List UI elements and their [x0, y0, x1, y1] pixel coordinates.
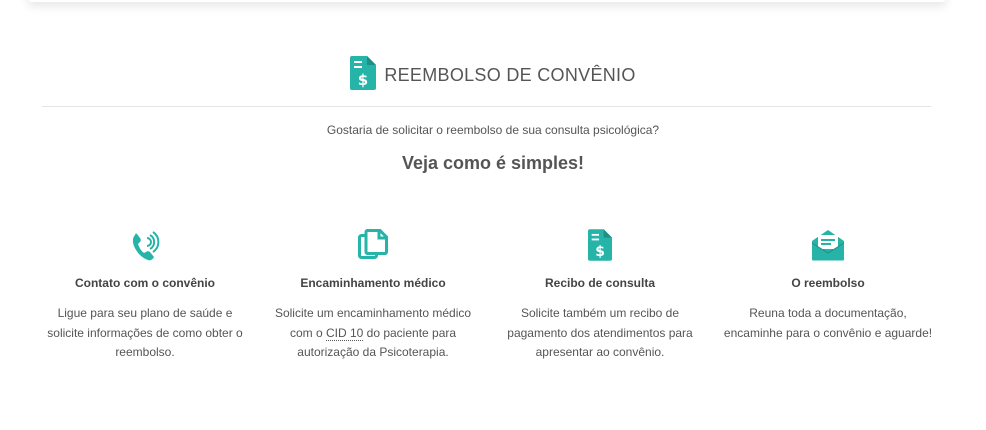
step-description: Solicite também um recibo de pagamento d…	[507, 306, 693, 359]
step-title: Encaminhamento médico	[300, 276, 446, 290]
section-divider	[42, 106, 931, 107]
envelope-open-icon	[718, 226, 938, 264]
step-title: Contato com o convênio	[74, 276, 215, 290]
step-title: O reembolso	[791, 276, 865, 290]
svg-text:$: $	[595, 244, 605, 260]
cid-abbreviation: CID 10	[325, 325, 364, 341]
svg-text:$: $	[358, 71, 368, 89]
section-title: REEMBOLSO DE CONVÊNIO	[384, 64, 636, 85]
intro-subtitle: Veja como é simples!	[401, 153, 585, 173]
step-contact: Contato com o convênio Ligue para seu pl…	[35, 226, 255, 363]
step-description: Ligue para seu plano de saúde e solicite…	[47, 306, 243, 359]
step-reimbursement: O reembolso Reuna toda a documentação, e…	[718, 226, 938, 343]
previous-section-card	[28, 0, 946, 2]
receipt-dollar-icon: $	[490, 226, 710, 264]
step-description: Solicite um encaminhamento médico com o …	[274, 306, 472, 359]
step-receipt: $ Recibo de consulta Solicite também um …	[490, 226, 710, 363]
intro-question: Gostaria de solicitar o reembolso de sua…	[326, 123, 660, 137]
step-referral: Encaminhamento médico Solicite um encami…	[263, 226, 483, 363]
step-title: Recibo de consulta	[544, 276, 656, 290]
receipt-dollar-icon: $	[350, 56, 377, 90]
section-heading: $ REEMBOLSO DE CONVÊNIO	[0, 54, 986, 96]
step-description: Reuna toda a documentação, encaminhe par…	[723, 306, 933, 340]
documents-copy-icon	[263, 226, 483, 264]
phone-call-icon	[35, 226, 255, 264]
